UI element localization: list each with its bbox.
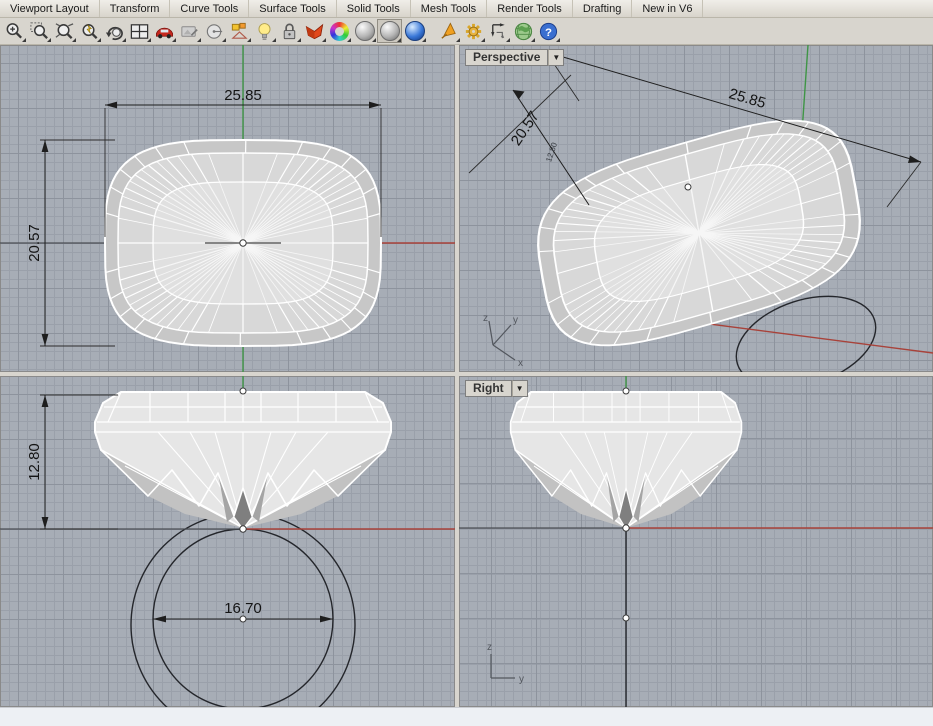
lamp-icon[interactable]	[252, 19, 277, 43]
culet-point[interactable]	[623, 525, 629, 531]
svg-text:12.80: 12.80	[26, 443, 43, 481]
render-icon[interactable]	[302, 19, 327, 43]
tab-drafting[interactable]: Drafting	[573, 0, 633, 17]
svg-text:z: z	[487, 642, 492, 653]
cone-icon[interactable]	[436, 19, 461, 43]
svg-text:25.85: 25.85	[224, 87, 262, 104]
car-icon[interactable]	[152, 19, 177, 43]
viewport-title-perspective[interactable]: Perspective ▼	[465, 49, 564, 66]
tab-curve-tools[interactable]: Curve Tools	[170, 0, 249, 17]
axis-gizmo-right: z y	[487, 642, 524, 685]
svg-text:z: z	[483, 313, 488, 324]
help-icon[interactable]: ?	[536, 19, 561, 43]
color-wheel-icon[interactable]	[327, 19, 352, 43]
viewport-grid: 25.85 20.57	[0, 45, 933, 707]
center-point[interactable]	[240, 240, 246, 246]
svg-text:20.57: 20.57	[26, 224, 43, 262]
zoom-dynamic-icon[interactable]	[77, 19, 102, 43]
perspective-view-canvas[interactable]: 25.85 20.57 12.80 z y x	[459, 45, 933, 372]
gem-wireframe-front[interactable]	[95, 392, 391, 528]
culet-point[interactable]	[240, 526, 246, 532]
main-toolbar: ?	[0, 18, 933, 45]
viewport-right[interactable]: z y Right ▼	[459, 376, 933, 707]
toolbar-tab-bar: Viewport Layout Transform Curve Tools Su…	[0, 0, 933, 18]
globe-icon[interactable]	[511, 19, 536, 43]
svg-text:25.85: 25.85	[727, 85, 768, 112]
ring-center-point[interactable]	[623, 615, 629, 621]
gem-wireframe-right[interactable]	[511, 392, 742, 528]
sphere-blue-icon[interactable]	[402, 19, 427, 43]
svg-text:y: y	[519, 674, 524, 685]
svg-text:x: x	[518, 358, 523, 369]
svg-text:20.57: 20.57	[508, 108, 543, 149]
tab-transform[interactable]: Transform	[100, 0, 171, 17]
table-center-point[interactable]	[685, 184, 691, 190]
lock-icon[interactable]	[277, 19, 302, 43]
front-view-canvas[interactable]: 12.80 16.70	[0, 376, 455, 707]
zoom-extents-icon[interactable]	[2, 19, 27, 43]
viewport-title-right[interactable]: Right ▼	[465, 380, 528, 397]
tab-solid-tools[interactable]: Solid Tools	[337, 0, 411, 17]
dimension-diameter-front: 16.70	[153, 600, 333, 622]
sphere-matte-icon[interactable]	[352, 19, 377, 43]
zoom-window-icon[interactable]	[27, 19, 52, 43]
viewport-top[interactable]: 25.85 20.57	[0, 45, 455, 372]
tab-new-in-v6[interactable]: New in V6	[632, 0, 703, 17]
viewport-menu-chevron-icon[interactable]: ▼	[512, 380, 528, 397]
zoom-selected-icon[interactable]	[52, 19, 77, 43]
dimension-icon[interactable]	[486, 19, 511, 43]
tab-viewport-layout[interactable]: Viewport Layout	[0, 0, 100, 17]
top-view-canvas[interactable]: 25.85 20.57	[0, 45, 455, 372]
svg-text:y: y	[513, 315, 518, 326]
undo-view-icon[interactable]	[102, 19, 127, 43]
viewport-menu-chevron-icon[interactable]: ▼	[548, 49, 564, 66]
table-top-point[interactable]	[623, 388, 629, 394]
set-cplane-icon[interactable]	[202, 19, 227, 43]
viewport-perspective[interactable]: 25.85 20.57 12.80 z y x Perspective ▼	[459, 45, 933, 372]
table-top-point[interactable]	[240, 388, 246, 394]
axis-gizmo-perspective: z y x	[483, 313, 523, 369]
gem-wireframe-perspective[interactable]	[527, 98, 872, 367]
sphere-shaded-icon[interactable]	[377, 19, 402, 43]
tab-render-tools[interactable]: Render Tools	[487, 0, 573, 17]
svg-text:16.70: 16.70	[224, 600, 262, 617]
tab-mesh-tools[interactable]: Mesh Tools	[411, 0, 487, 17]
named-view-icon[interactable]	[177, 19, 202, 43]
cplane-object-icon[interactable]	[227, 19, 252, 43]
gear-icon[interactable]	[461, 19, 486, 43]
ring-center-point[interactable]	[240, 616, 246, 622]
svg-text:12.80: 12.80	[544, 141, 559, 163]
viewport-front[interactable]: 12.80 16.70	[0, 376, 455, 707]
status-bar	[0, 707, 933, 726]
tab-surface-tools[interactable]: Surface Tools	[249, 0, 336, 17]
svg-text:?: ?	[545, 26, 552, 38]
viewport-title-text[interactable]: Right	[465, 380, 512, 397]
right-view-canvas[interactable]: z y	[459, 376, 933, 707]
viewport-title-text[interactable]: Perspective	[465, 49, 548, 66]
viewport-grid-icon[interactable]	[127, 19, 152, 43]
